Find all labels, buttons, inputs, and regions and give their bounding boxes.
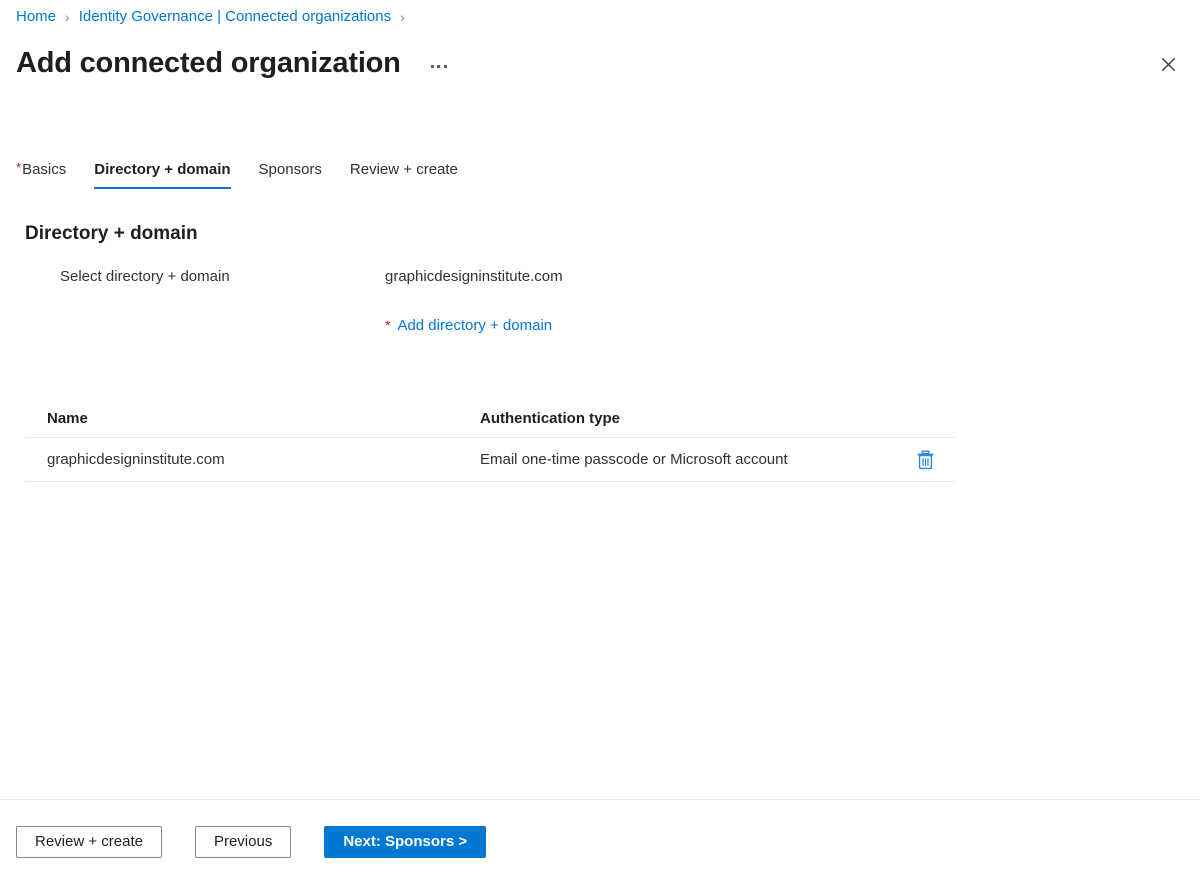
tab-review-create[interactable]: Review + create	[336, 155, 472, 195]
tab-directory-domain[interactable]: Directory + domain	[80, 155, 244, 195]
field-value-column: graphicdesigninstitute.com * Add directo…	[385, 266, 955, 337]
title-row: Add connected organization	[16, 44, 451, 82]
required-asterisk: *	[16, 160, 22, 175]
section-title: Directory + domain	[25, 223, 198, 244]
dot	[443, 64, 447, 68]
tab-basics-label: Basics	[22, 161, 67, 178]
field-select-directory-domain: Select directory + domain graphicdesigni…	[25, 266, 955, 337]
previous-button[interactable]: Previous	[194, 826, 292, 858]
column-header-name: Name	[47, 409, 88, 427]
cell-actions	[895, 445, 955, 475]
delete-icon[interactable]	[910, 445, 940, 475]
column-header-authentication-type: Authentication type	[480, 409, 621, 427]
page-title: Add connected organization	[16, 47, 401, 79]
breadcrumb-item-identity-governance[interactable]: Identity Governance | Connected organiza…	[79, 7, 391, 27]
table-row: graphicdesigninstitute.com Email one-tim…	[25, 438, 955, 482]
table-header-row: Name Authentication type	[25, 400, 955, 438]
field-value: graphicdesigninstitute.com	[385, 268, 563, 285]
chevron-right-icon: ›	[65, 9, 70, 25]
cell-authentication-type: Email one-time passcode or Microsoft acc…	[480, 450, 788, 468]
tab-review-create-label: Review + create	[349, 161, 458, 178]
chevron-right-icon: ›	[400, 9, 405, 25]
close-icon[interactable]	[1152, 48, 1184, 80]
tab-sponsors-label: Sponsors	[258, 161, 322, 178]
breadcrumb: Home › Identity Governance | Connected o…	[16, 7, 414, 27]
review-create-button[interactable]: Review + create	[16, 826, 162, 858]
dot	[430, 64, 434, 68]
next-sponsors-button[interactable]: Next: Sponsors >	[324, 826, 487, 858]
field-label: Select directory + domain	[60, 268, 230, 285]
more-commands-icon[interactable]	[427, 57, 451, 76]
tab-basics[interactable]: *Basics	[16, 155, 80, 195]
cell-name: graphicdesigninstitute.com	[47, 450, 225, 468]
wizard-tabs: *Basics Directory + domain Sponsors Revi…	[16, 155, 472, 195]
tab-sponsors[interactable]: Sponsors	[245, 155, 336, 195]
footer-actions: Review + create Previous Next: Sponsors …	[16, 826, 487, 858]
blade-add-connected-organization: Home › Identity Governance | Connected o…	[0, 0, 1200, 879]
breadcrumb-item-home[interactable]: Home	[16, 7, 56, 27]
required-asterisk: *	[385, 317, 391, 333]
active-tab-indicator	[94, 187, 231, 189]
footer-divider	[0, 799, 1200, 800]
directory-domain-table: Name Authentication type graphicdesignin…	[25, 400, 955, 482]
dot	[437, 64, 441, 68]
tab-directory-domain-label: Directory + domain	[94, 161, 231, 178]
add-directory-domain-row: * Add directory + domain	[385, 315, 955, 337]
add-directory-domain-link[interactable]: Add directory + domain	[397, 315, 552, 337]
